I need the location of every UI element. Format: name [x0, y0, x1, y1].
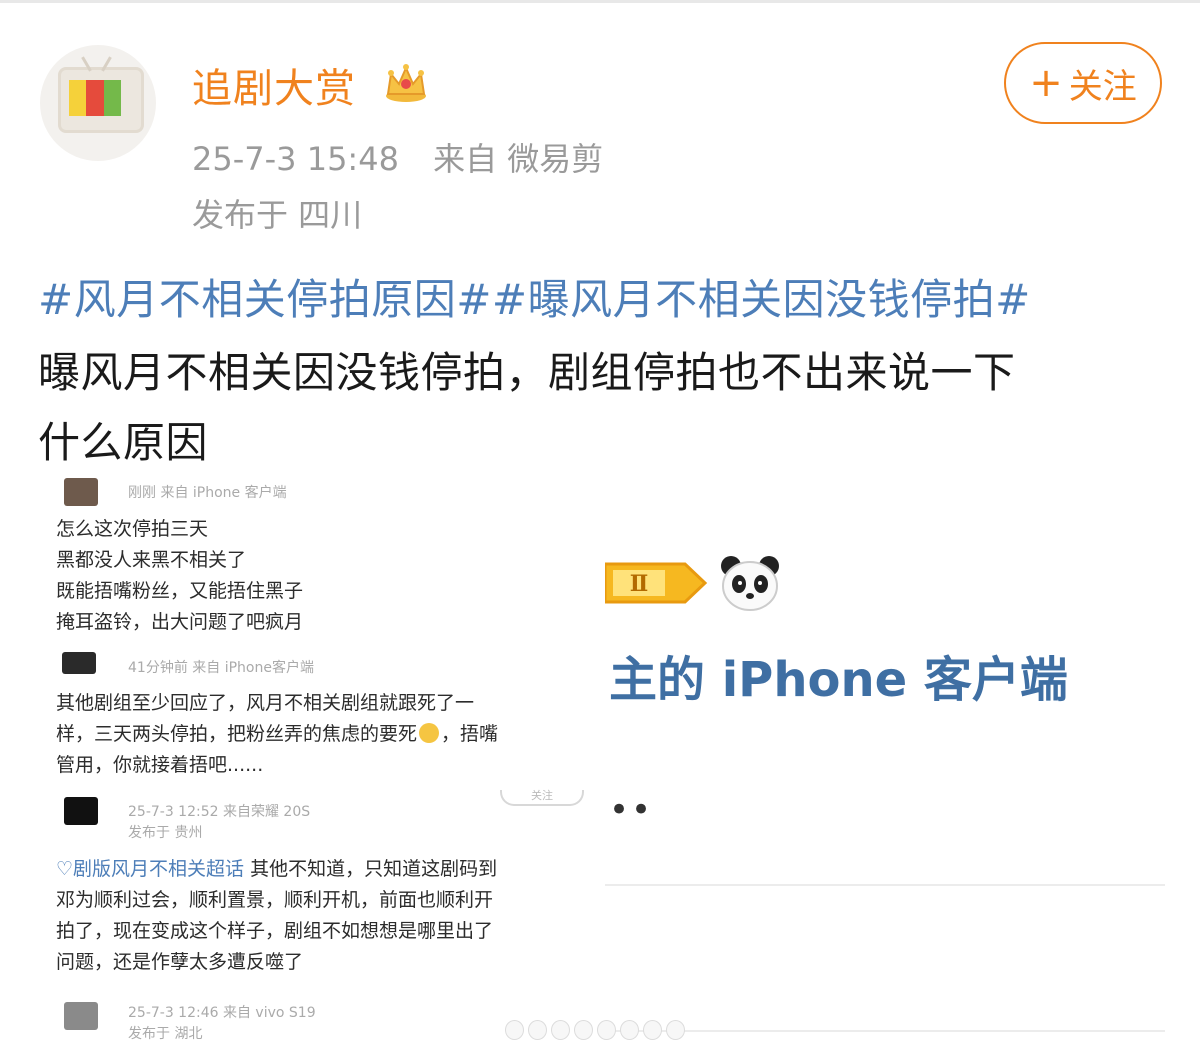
comment-line: 邓为顺利过会，顺利置景，顺利开机，前面也顺利开: [56, 889, 494, 911]
comment-line: 其他剧组至少回应了，风月不相关剧组就跟死了一: [56, 692, 475, 714]
crown-icon: [386, 64, 426, 102]
laugh-cry-emoji-icon: [419, 723, 440, 743]
tv-logo-icon: [58, 56, 144, 133]
dots: ••: [609, 790, 654, 830]
embedded-screenshot[interactable]: Ⅱ 主的 iPhone 客户端 •• 刚刚 来自 iPhone 客户端 怎么这次…: [0, 470, 1200, 1055]
screenshot-left-pane: 刚刚 来自 iPhone 客户端 怎么这次停拍三天 黑都没人来黑不相关了 既能捂…: [0, 470, 600, 1055]
topic-link[interactable]: ♡剧版风月不相关超话: [56, 858, 244, 880]
comment-line: 掩耳盗铃，出大问题了吧疯月: [56, 611, 304, 633]
comment-avatar: [64, 478, 98, 506]
username[interactable]: 追剧大赏: [192, 56, 356, 114]
post-text: 曝风月不相关因没钱停拍，剧组停拍也不出来说一下 什么原因: [38, 338, 1168, 478]
client-text: 主的 iPhone 客户端: [609, 652, 1068, 708]
post-source: 来自 微易剪: [433, 140, 604, 178]
level-badge-icon: Ⅱ: [605, 562, 708, 604]
hashtag-link[interactable]: #曝风月不相关因没钱停拍#: [492, 275, 1031, 324]
comment-meta: 25-7-3 12:52 来自荣耀 20S: [128, 804, 311, 820]
plus-icon: +: [1029, 60, 1063, 106]
comment-meta: 刚刚 来自 iPhone 客户端: [128, 485, 287, 501]
hashtag-row: #风月不相关停拍原因##曝风月不相关因没钱停拍#: [38, 266, 1168, 327]
screenshot-right-pane: Ⅱ 主的 iPhone 客户端 ••: [605, 470, 1200, 1055]
level-text: Ⅱ: [630, 571, 649, 597]
divider: [605, 884, 1165, 886]
comment-line: 样，三天两头停拍，把粉丝弄的焦虑的要死: [56, 723, 418, 745]
comment-line: 既能捂嘴粉丝，又能捂住黑子: [56, 580, 304, 602]
follow-label: 关注: [1068, 66, 1137, 107]
top-divider: [0, 0, 1200, 3]
panda-icon: [721, 556, 779, 611]
comment-line: 其他不知道，只知道这剧码到: [250, 858, 498, 880]
comment-line: ，捂嘴: [441, 723, 499, 745]
comment-line: 管用，你就接着捂吧......: [56, 754, 264, 776]
post-timestamp: 25-7-3 15:48: [192, 140, 399, 178]
comment-location: 发布于 贵州: [128, 825, 203, 841]
comment-avatar: [64, 1002, 98, 1030]
comment-text: 怎么这次停拍三天 黑都没人来黑不相关了 既能捂嘴粉丝，又能捂住黑子 掩耳盗铃，出…: [56, 514, 576, 638]
comment-line: 黑都没人来黑不相关了: [56, 549, 247, 571]
comment-line: 拍了，现在变成这个样子，剧组不如想想是哪里出了: [56, 920, 494, 942]
comment-meta: 41分钟前 来自 iPhone客户端: [128, 660, 314, 676]
post-location: 发布于 四川: [192, 196, 363, 234]
post-meta: 25-7-3 15:48 来自 微易剪: [192, 134, 603, 180]
comment-location: 发布于 湖北: [128, 1026, 203, 1042]
follow-button[interactable]: + 关注: [1004, 42, 1162, 124]
loading-dots: [505, 1018, 685, 1042]
comment-line: 问题，还是作孽太多遭反噬了: [56, 951, 304, 973]
divider: [605, 1030, 1165, 1032]
post-text-line: 曝风月不相关因没钱停拍，剧组停拍也不出来说一下: [38, 348, 1016, 397]
post-text-line: 什么原因: [38, 418, 209, 467]
comment-meta: 25-7-3 12:46 来自 vivo S19: [128, 1005, 316, 1021]
comment-line: 怎么这次停拍三天: [56, 518, 209, 540]
comment-text: 其他剧组至少回应了，风月不相关剧组就跟死了一 样，三天两头停拍，把粉丝弄的焦虑的…: [56, 688, 576, 781]
comment-avatar: [64, 797, 98, 825]
avatar[interactable]: [40, 45, 156, 161]
comment-avatar: [62, 652, 96, 674]
follow-pill: 关注: [500, 790, 584, 806]
comment-text: ♡剧版风月不相关超话 其他不知道，只知道这剧码到 邓为顺利过会，顺利置景，顺利开…: [56, 854, 576, 978]
hashtag-link[interactable]: #风月不相关停拍原因#: [38, 275, 492, 324]
